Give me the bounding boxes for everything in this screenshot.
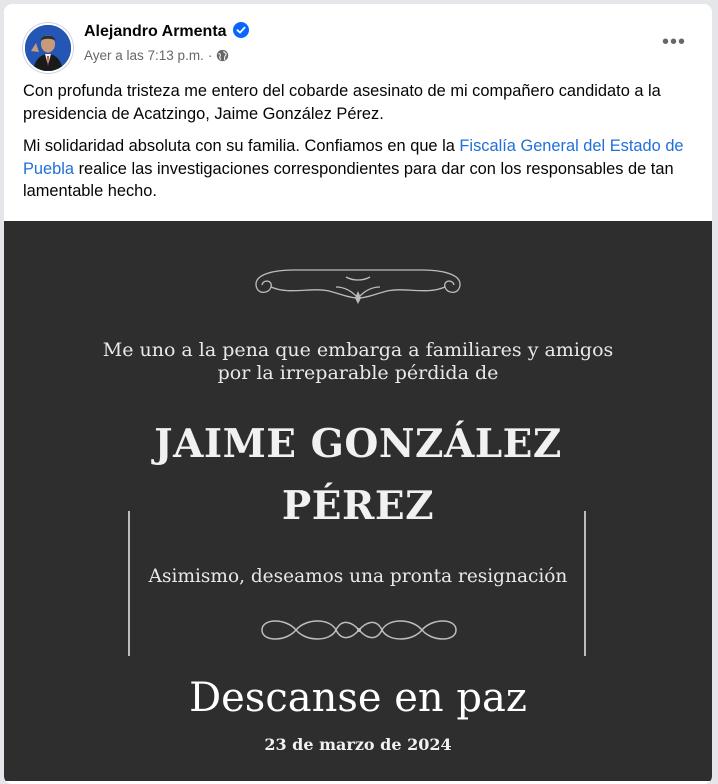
ornament-top-icon [255, 269, 461, 304]
condolence-image[interactable]: Me uno a la pena que embarga a familiare… [4, 221, 712, 781]
globe-icon[interactable] [216, 49, 229, 62]
deceased-name-line-2: PÉREZ [281, 483, 435, 529]
post-meta: Ayer a las 7:13 p.m. · [84, 48, 229, 63]
avatar-image [25, 25, 71, 71]
author-name-text[interactable]: Alejandro Armenta [84, 23, 227, 40]
condolence-line-1: Me uno a la pena que embarga a familiare… [102, 339, 614, 361]
author-avatar[interactable] [23, 23, 73, 73]
resignation-text: Asimismo, deseamos una pronta resignació… [148, 566, 568, 587]
deceased-name-line-1: JAIME GONZÁLEZ [154, 421, 562, 467]
paragraph-2-start: Mi solidaridad absoluta con su familia. … [23, 137, 460, 155]
paragraph-2-end: realice las investigaciones correspondie… [23, 159, 674, 201]
author-name[interactable]: Alejandro Armenta [84, 22, 249, 41]
ornament-bottom-icon [261, 620, 457, 640]
post-card: Alejandro Armenta Ayer a las 7:13 p.m. · … [4, 4, 712, 784]
condolence-line-2: por la irreparable pérdida de [217, 362, 499, 384]
condolence-date: 23 de marzo de 2024 [264, 735, 452, 754]
verified-badge-icon [232, 22, 249, 38]
post-paragraph-1: Con profunda tristeza me entero del coba… [23, 82, 661, 123]
post-timestamp[interactable]: Ayer a las 7:13 p.m. [84, 48, 204, 63]
meta-separator: · [207, 48, 213, 63]
rest-in-peace-text: Descanse en paz [189, 675, 527, 721]
more-options-icon[interactable]: ••• [656, 24, 692, 60]
post-paragraph-2: Mi solidaridad absoluta con su familia. … [23, 135, 693, 203]
post-text: Con profunda tristeza me entero del coba… [23, 80, 693, 213]
